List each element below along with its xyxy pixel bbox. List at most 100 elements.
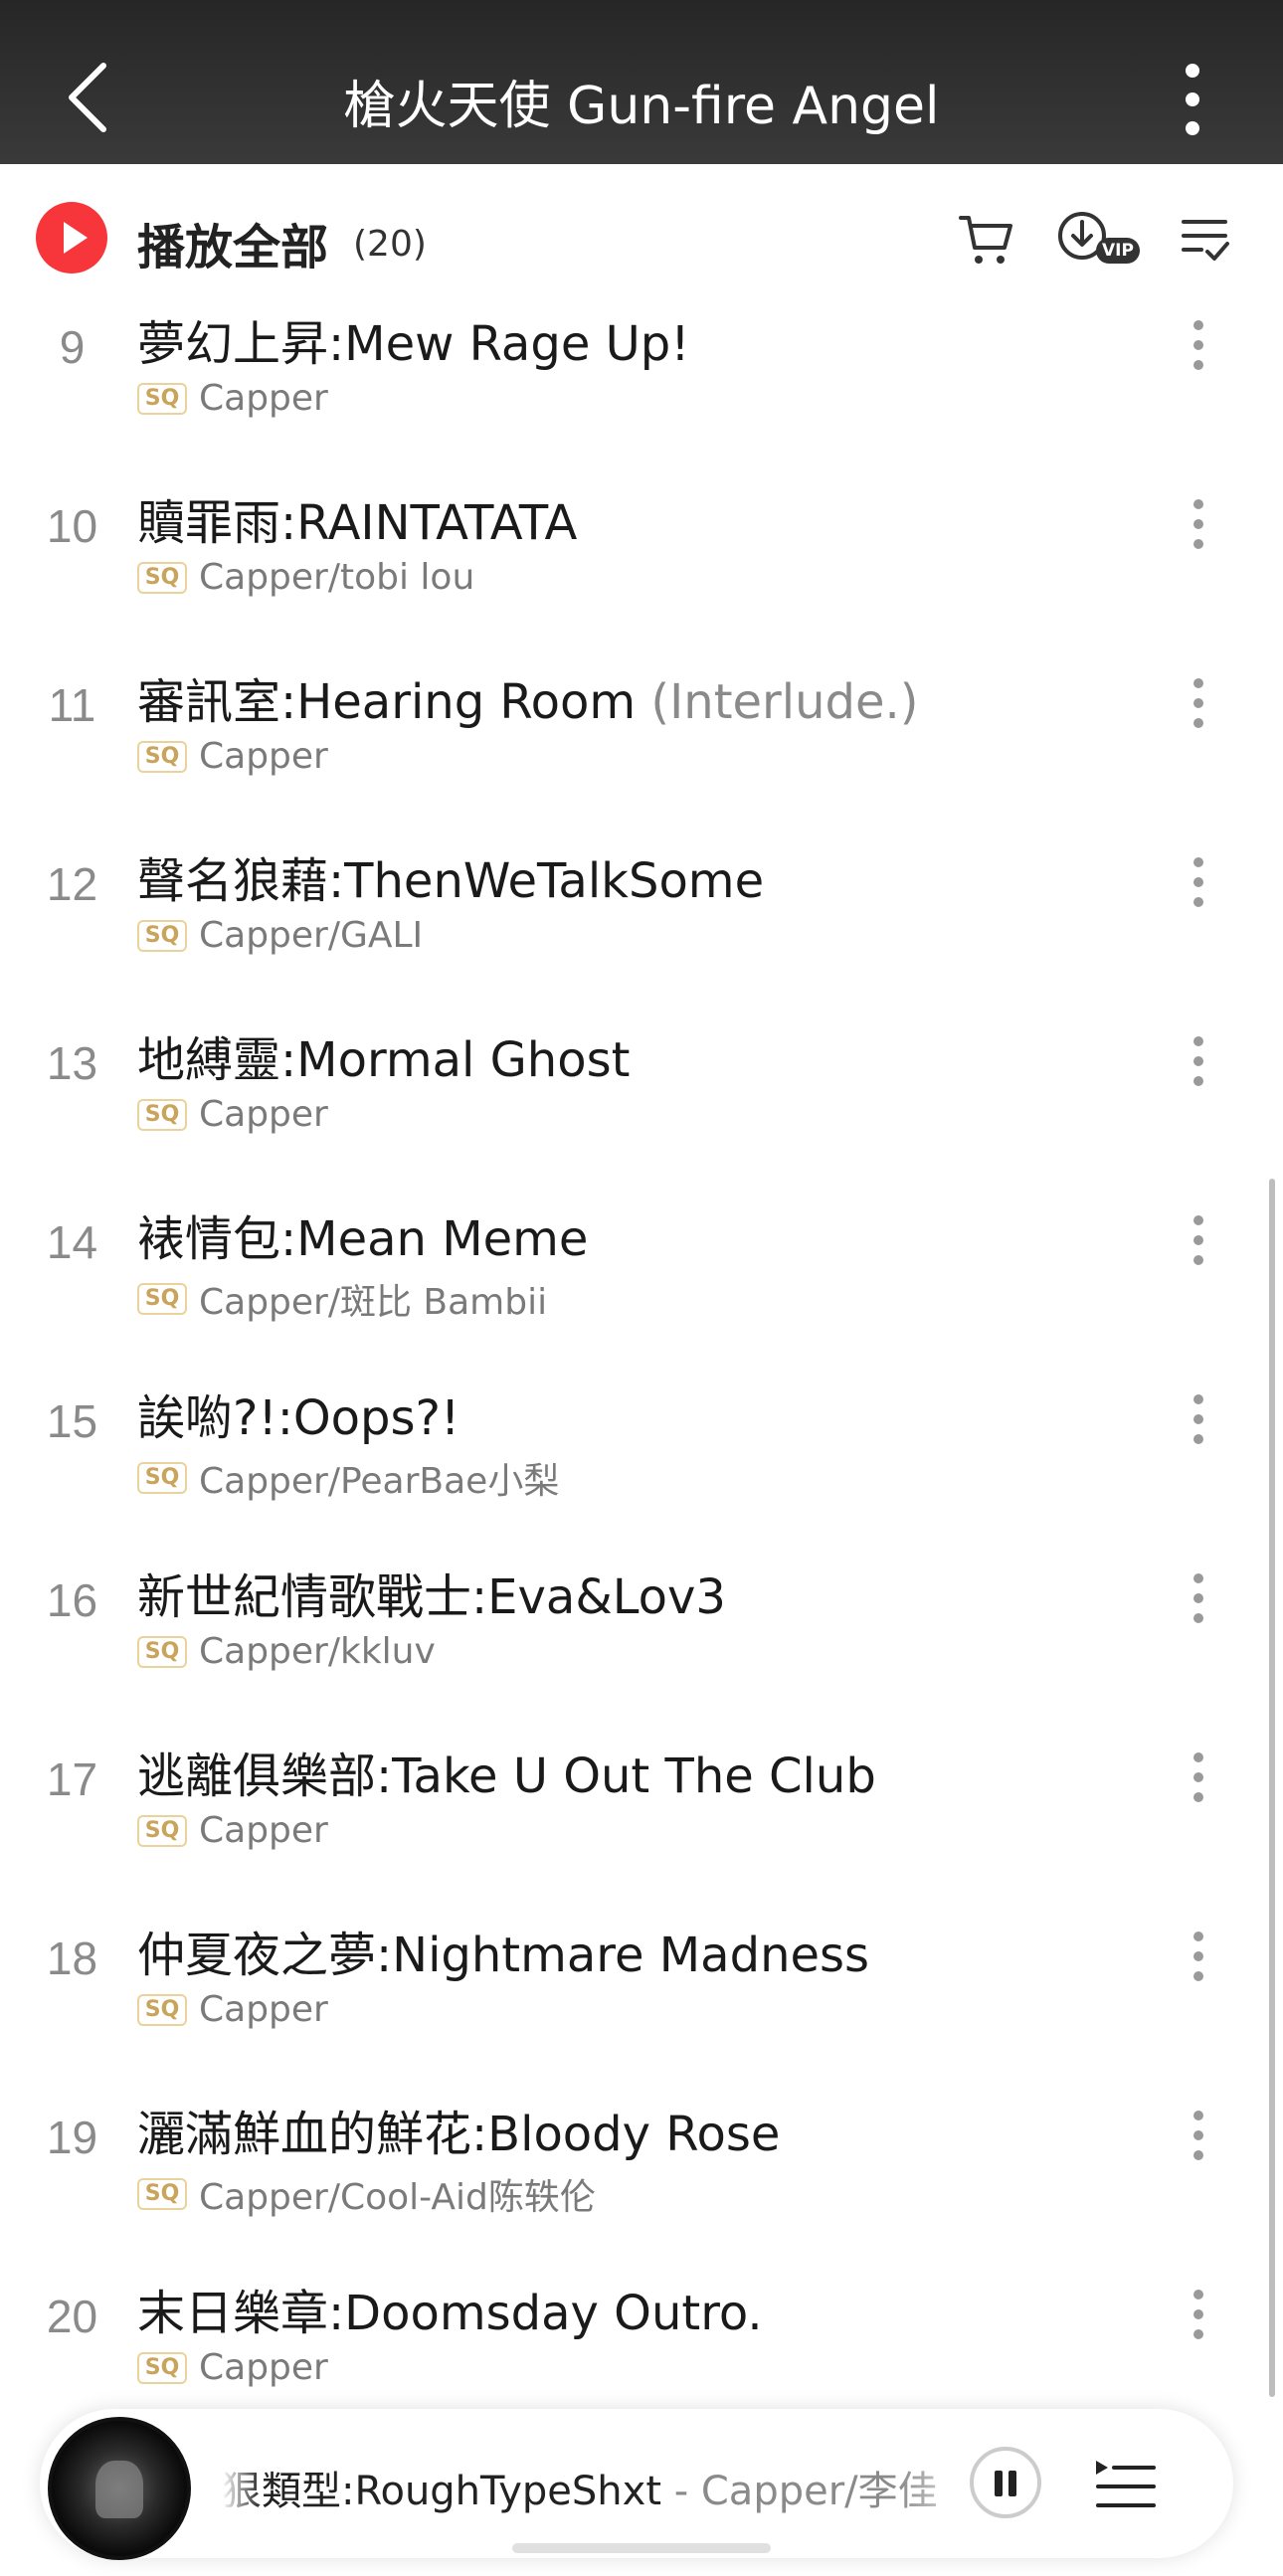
- cart-button[interactable]: [957, 210, 1016, 275]
- track-title-main: 夢幻上昇:Mew Rage Up!: [137, 316, 690, 372]
- track-title[interactable]: 聲名狼藉:ThenWeTalkSome: [137, 841, 764, 911]
- track-meta: SQ Capper: [137, 378, 328, 419]
- track-artist: Capper/tobi lou: [199, 557, 475, 598]
- home-indicator: [512, 2543, 771, 2553]
- track-row[interactable]: 14 裱情包:Mean Meme SQ Capper/斑比 Bambii: [0, 1134, 1283, 1323]
- sq-quality-badge: SQ: [137, 1283, 187, 1315]
- track-meta: SQ Capper/斑比 Bambii: [137, 1273, 547, 1323]
- track-more-button[interactable]: [1193, 2290, 1205, 2339]
- track-row[interactable]: 18 仲夏夜之夢:Nightmare Madness SQ Capper: [0, 1850, 1283, 2030]
- track-more-button[interactable]: [1193, 857, 1205, 907]
- track-title[interactable]: 灑滿鮮血的鮮花:Bloody Rose: [137, 2095, 780, 2164]
- track-more-button[interactable]: [1193, 1215, 1205, 1265]
- track-row[interactable]: 20 末日樂章:Doomsday Outro. SQ Capper: [0, 2208, 1283, 2388]
- sq-quality-badge: SQ: [137, 740, 187, 773]
- track-title[interactable]: 地縛靈:Mormal Ghost: [137, 1020, 630, 1090]
- list-check-icon: [1182, 220, 1229, 261]
- sq-quality-badge: SQ: [137, 2351, 187, 2384]
- track-row[interactable]: 11 審訊室:Hearing Room (Interlude.) SQ Capper: [0, 597, 1283, 777]
- vip-download-button[interactable]: VIP: [1056, 210, 1146, 270]
- more-options-button[interactable]: [1184, 64, 1203, 135]
- track-title[interactable]: 仲夏夜之夢:Nightmare Madness: [137, 1916, 869, 1985]
- track-meta: SQ Capper: [137, 2347, 328, 2388]
- play-all-button[interactable]: [36, 202, 107, 274]
- track-row[interactable]: 16 新世紀情歌戰士:Eva&Lov3 SQ Capper/kkluv: [0, 1492, 1283, 1672]
- sq-quality-badge: SQ: [137, 1993, 187, 2026]
- sq-quality-badge: SQ: [137, 1462, 187, 1494]
- pause-button[interactable]: [970, 2447, 1041, 2518]
- sq-quality-badge: SQ: [137, 561, 187, 594]
- playlist-icon: [1096, 2461, 1156, 2507]
- track-index: 10: [46, 500, 98, 552]
- track-meta: SQ Capper/Cool-Aid陈轶伦: [137, 2168, 596, 2218]
- track-index: 19: [46, 2112, 98, 2163]
- album-art[interactable]: [48, 2417, 191, 2560]
- track-title[interactable]: 贖罪雨:RAINTATATA: [137, 483, 577, 553]
- track-index: 11: [48, 679, 96, 731]
- track-artist: Capper: [199, 736, 328, 777]
- track-list: 9 夢幻上昇:Mew Rage Up! SQ Capper 10 贖罪雨:RAINTATA…: [0, 239, 1283, 2388]
- track-title[interactable]: 誒喲?!:Oops?!: [137, 1379, 459, 1448]
- queue-button[interactable]: [1094, 2453, 1158, 2521]
- track-row[interactable]: 12 聲名狼藉:ThenWeTalkSome SQ Capper/GALI: [0, 776, 1283, 956]
- track-more-button[interactable]: [1193, 1036, 1205, 1086]
- track-row[interactable]: 13 地縛靈:Mormal Ghost SQ Capper: [0, 955, 1283, 1135]
- track-row[interactable]: 15 誒喲?!:Oops?! SQ Capper/PearBae小梨: [0, 1313, 1283, 1502]
- top-nav-bar: 槍火天使 Gun-fire Angel: [0, 0, 1283, 164]
- track-title-main: 仲夏夜之夢:Nightmare Madness: [137, 1928, 870, 1983]
- track-artist: Capper/GALI: [199, 915, 424, 956]
- track-title[interactable]: 逃離俱樂部:Take U Out The Club: [137, 1737, 876, 1806]
- track-title-main: 誒喲?!:Oops?!: [137, 1390, 460, 1446]
- track-index: 17: [46, 1753, 98, 1805]
- scrollbar[interactable]: [1269, 1179, 1275, 2397]
- track-title[interactable]: 審訊室:Hearing Room (Interlude.): [137, 662, 919, 732]
- sq-quality-badge: SQ: [137, 2178, 187, 2210]
- track-index: 14: [46, 1216, 98, 1268]
- track-title[interactable]: 末日樂章:Doomsday Outro.: [137, 2274, 763, 2343]
- multi-select-button[interactable]: [1180, 210, 1231, 275]
- track-title[interactable]: 新世紀情歌戰士:Eva&Lov3: [137, 1558, 726, 1627]
- track-more-button[interactable]: [1193, 678, 1205, 728]
- sq-quality-badge: SQ: [137, 1635, 187, 1668]
- track-more-button[interactable]: [1193, 2111, 1205, 2160]
- cart-icon: [959, 216, 1012, 264]
- play-all-bar: 播放全部 (20) VIP: [0, 164, 1283, 313]
- sq-quality-badge: SQ: [137, 382, 187, 415]
- back-button[interactable]: [60, 58, 119, 137]
- sq-quality-badge: SQ: [137, 1814, 187, 1847]
- track-index: 9: [59, 321, 86, 373]
- track-artist: Capper: [199, 1094, 328, 1135]
- track-title[interactable]: 裱情包:Mean Meme: [137, 1199, 588, 1269]
- now-playing-text[interactable]: 狠類型:RoughTypeShxt - Capper/李佳: [222, 2459, 986, 2516]
- track-title-main: 裱情包:Mean Meme: [137, 1211, 589, 1267]
- track-row[interactable]: 19 灑滿鮮血的鮮花:Bloody Rose SQ Capper/Cool-Aid陈轶…: [0, 2029, 1283, 2218]
- track-meta: SQ Capper/GALI: [137, 915, 424, 956]
- track-title-main: 新世紀情歌戰士:Eva&Lov3: [137, 1569, 726, 1625]
- track-more-button[interactable]: [1193, 499, 1205, 549]
- now-playing-song: 狠類型:RoughTypeShxt: [222, 2469, 662, 2514]
- track-more-button[interactable]: [1193, 1932, 1205, 1981]
- chevron-left-icon: [69, 63, 106, 132]
- now-playing-artist: - Capper/李佳: [661, 2469, 938, 2514]
- track-index: 12: [46, 858, 98, 910]
- track-index: 20: [46, 2291, 98, 2342]
- play-all-label[interactable]: 播放全部: [137, 208, 328, 277]
- track-meta: SQ Capper: [137, 1810, 328, 1851]
- track-meta: SQ Capper/PearBae小梨: [137, 1452, 559, 1502]
- play-icon: [64, 222, 88, 254]
- sq-quality-badge: SQ: [137, 919, 187, 952]
- track-index: 15: [46, 1395, 98, 1447]
- track-title-main: 地縛靈:Mormal Ghost: [137, 1032, 631, 1088]
- track-more-button[interactable]: [1193, 1573, 1205, 1623]
- track-row[interactable]: 17 逃離俱樂部:Take U Out The Club SQ Capper: [0, 1671, 1283, 1851]
- track-more-button[interactable]: [1193, 1752, 1205, 1802]
- track-title[interactable]: 夢幻上昇:Mew Rage Up!: [137, 304, 689, 374]
- mini-player[interactable]: 狠類型:RoughTypeShxt - Capper/李佳: [40, 2409, 1233, 2560]
- track-more-button[interactable]: [1193, 1394, 1205, 1444]
- track-title-main: 贖罪雨:RAINTATATA: [137, 495, 578, 551]
- track-row[interactable]: 10 贖罪雨:RAINTATATA SQ Capper/tobi lou: [0, 418, 1283, 598]
- track-index: 16: [46, 1574, 98, 1626]
- track-artist: Capper/kkluv: [199, 1631, 436, 1672]
- track-title-main: 聲名狼藉:ThenWeTalkSome: [137, 853, 765, 909]
- track-more-button[interactable]: [1193, 320, 1205, 370]
